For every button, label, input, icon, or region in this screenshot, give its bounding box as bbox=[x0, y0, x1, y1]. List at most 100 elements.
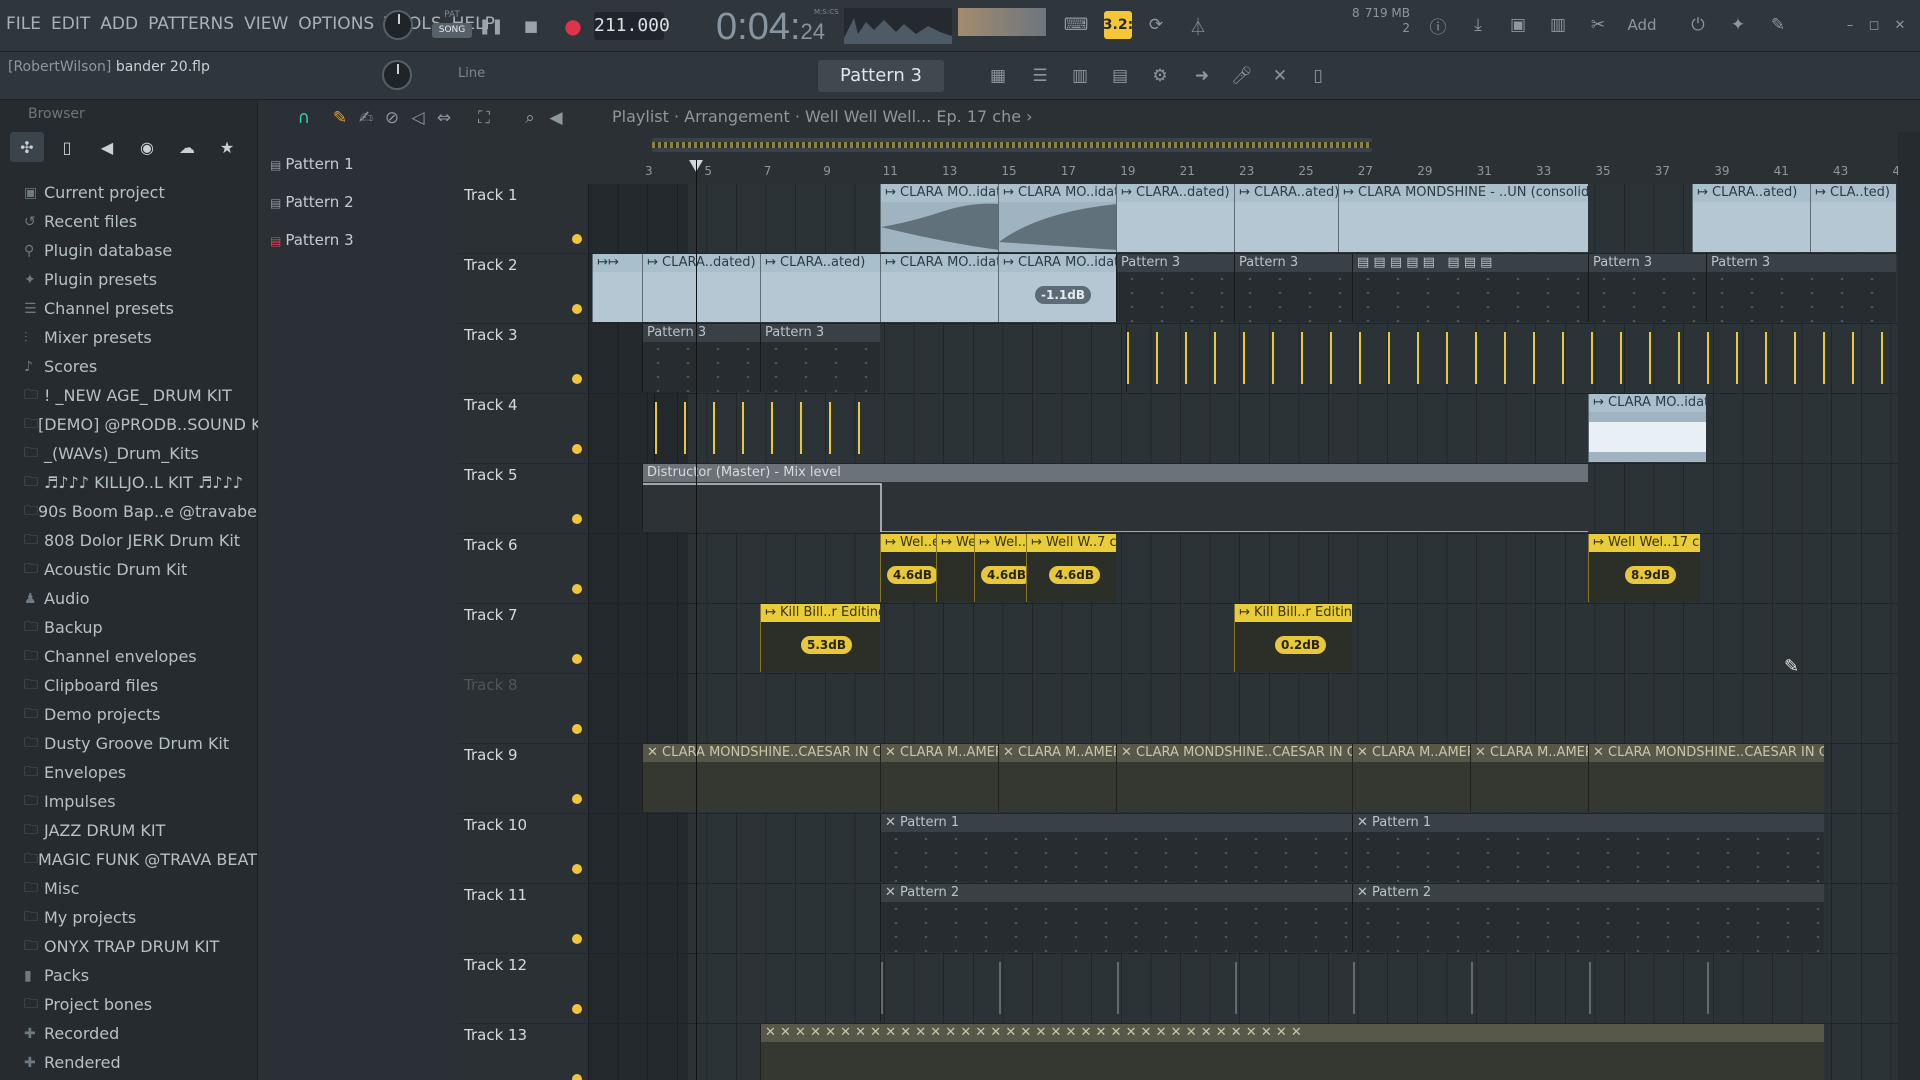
zoom-tool-icon[interactable]: ⌕ bbox=[516, 104, 544, 132]
browser-item[interactable]: ✚ Rendered bbox=[0, 1048, 258, 1077]
clip-audio[interactable]: ↦ CLARA MO..idated) bbox=[880, 184, 998, 252]
add-button[interactable]: Add bbox=[1620, 11, 1664, 39]
clip-vocal[interactable]: ↦ Kill Bill..r Editing 5.3dB bbox=[760, 604, 880, 672]
song-time-display[interactable]: 0:04:24 bbox=[716, 6, 825, 49]
download-icon[interactable]: ⤓ bbox=[1464, 11, 1492, 39]
browser-item[interactable]: 🗀 Channel envelopes bbox=[0, 642, 258, 671]
browser-item[interactable]: 🗀 Misc bbox=[0, 874, 258, 903]
plugin-picker-icon[interactable]: ⚙ bbox=[1146, 62, 1174, 90]
info-icon[interactable]: ⓘ bbox=[1424, 11, 1452, 39]
menu-view[interactable]: VIEW bbox=[244, 14, 288, 34]
browser-item[interactable]: 🗀 Demo projects bbox=[0, 700, 258, 729]
maximize-icon[interactable]: ◻ bbox=[1860, 11, 1888, 39]
pattern-selector[interactable]: Pattern 3 bbox=[818, 60, 944, 92]
stop-icon[interactable]: ■ bbox=[516, 11, 546, 41]
clip-vocal[interactable]: ↦ Kill Bill..r Editing 0.2dB bbox=[1234, 604, 1352, 672]
clip-audio[interactable]: ↦ CLARA MONDSHINE - ..UN (consolidated) bbox=[1338, 184, 1588, 252]
plugins-tab-icon[interactable]: ◉ bbox=[130, 132, 164, 162]
clip-sample[interactable]: ✕ CLARA M..AMERUN bbox=[1470, 744, 1588, 812]
track-mute-indicator[interactable] bbox=[572, 1074, 582, 1080]
clip-audio[interactable]: ↦ CLARA..ated) bbox=[760, 254, 880, 322]
favorites-tab-icon[interactable]: ★ bbox=[210, 132, 244, 162]
track-header[interactable]: Track 9 bbox=[458, 744, 588, 814]
clip-kick-pattern[interactable] bbox=[1126, 324, 1896, 392]
cloud-tab-icon[interactable]: ☁ bbox=[170, 132, 204, 162]
track-mute-indicator[interactable] bbox=[572, 514, 582, 524]
track-mute-indicator[interactable] bbox=[572, 724, 582, 734]
record-icon[interactable]: ● bbox=[558, 11, 588, 41]
track-mute-indicator[interactable] bbox=[572, 374, 582, 384]
browser-item[interactable]: ⫶ Mixer presets bbox=[0, 323, 258, 352]
clip-pattern[interactable]: Pattern 3 bbox=[760, 324, 880, 392]
browser-item[interactable]: ✚ Recorded bbox=[0, 1019, 258, 1048]
track-mute-indicator[interactable] bbox=[572, 864, 582, 874]
browser-item[interactable]: ♟ Audio bbox=[0, 584, 258, 613]
picker-pattern-2[interactable]: Pattern 2 bbox=[270, 188, 353, 216]
track-header[interactable]: Track 11 bbox=[458, 884, 588, 954]
pencil-icon[interactable]: ✎ bbox=[1764, 11, 1792, 39]
vertical-scrollbar[interactable] bbox=[1898, 132, 1920, 1080]
typing-keyboard-icon[interactable]: ⌨ bbox=[1062, 11, 1090, 39]
clip-sample[interactable]: ✕ CLARA MONDSHINE..CAESAR IN CAMERUN bbox=[642, 744, 880, 812]
clip-pattern[interactable]: Pattern 3 bbox=[1234, 254, 1352, 322]
browser-item[interactable]: ↺ Recent files bbox=[0, 207, 258, 236]
clip-audio[interactable]: ↦ CLARA..dated) bbox=[1116, 184, 1234, 252]
menu-add[interactable]: ADD bbox=[100, 14, 138, 34]
browser-item[interactable]: 🗀 [DEMO] @PRODB..SOUND KIT bbox=[0, 410, 258, 439]
browser-item[interactable]: 🗀 ONYX TRAP DRUM KIT bbox=[0, 932, 258, 961]
track-header[interactable]: Track 8 bbox=[458, 674, 588, 744]
delete-tool-icon[interactable]: ⊘ bbox=[378, 104, 406, 132]
all-files-tab-icon[interactable]: ✣ bbox=[10, 132, 44, 162]
piano-roll-icon[interactable]: ▤ bbox=[1106, 62, 1134, 90]
browser-item[interactable]: 🗀 Backup bbox=[0, 613, 258, 642]
track-header[interactable]: Track 5 bbox=[458, 464, 588, 534]
loop-record-icon[interactable]: ⟳ bbox=[1142, 11, 1170, 39]
picker-pattern-1[interactable]: Pattern 1 bbox=[270, 150, 353, 178]
channel-rack-icon[interactable]: ☰ bbox=[1026, 62, 1054, 90]
browser-item[interactable]: 🗀 ! _NEW AGE_ DRUM KIT bbox=[0, 381, 258, 410]
track-mute-indicator[interactable] bbox=[572, 234, 582, 244]
mute-tool-icon[interactable]: ◁ bbox=[404, 104, 432, 132]
track-header[interactable]: Track 7 bbox=[458, 604, 588, 674]
pause-icon[interactable]: ❚❚ bbox=[476, 11, 506, 41]
track-header[interactable]: Track 12 bbox=[458, 954, 588, 1024]
slip-tool-icon[interactable]: ⇔ bbox=[430, 104, 458, 132]
power-icon[interactable]: ⏻ bbox=[1684, 11, 1712, 39]
menu-file[interactable]: FILE bbox=[6, 14, 41, 34]
clip-audio[interactable]: ↦↦ bbox=[592, 254, 642, 322]
track-header[interactable]: Track 6 bbox=[458, 534, 588, 604]
crumb-arrangement[interactable]: Arrangement bbox=[684, 107, 790, 126]
clip-pattern[interactable]: Pattern 3 bbox=[1588, 254, 1706, 322]
track-mute-indicator[interactable] bbox=[572, 444, 582, 454]
browser-item[interactable]: 🗀 MAGIC FUNK @TRAVA BEATS bbox=[0, 845, 258, 874]
clip-audio[interactable]: ↦ CLARA MO..idated)-1.1dB bbox=[998, 254, 1116, 322]
snap-mode-label[interactable]: Line bbox=[458, 66, 485, 81]
browser-item[interactable]: 🗀 _(WAVs)_Drum_Kits bbox=[0, 439, 258, 468]
browser-item[interactable]: 🗀 Impulses bbox=[0, 787, 258, 816]
clip-kick-pattern[interactable] bbox=[654, 394, 880, 462]
clip-pattern[interactable]: ✕ Pattern 1 bbox=[880, 814, 1352, 882]
menu-patterns[interactable]: PATTERNS bbox=[148, 14, 234, 34]
clip-vocal[interactable]: ↦ Wel..e4.6dB bbox=[974, 534, 1026, 602]
clip-vocal[interactable]: ↦ Wel..e4.6dB bbox=[880, 534, 936, 602]
send-icon[interactable]: ➜ bbox=[1188, 62, 1216, 90]
track-header[interactable]: Track 3 bbox=[458, 324, 588, 394]
track-header[interactable]: Track 2 bbox=[458, 254, 588, 324]
clip-pattern[interactable]: Pattern 3 bbox=[642, 324, 760, 392]
browser-item[interactable]: ⚲ Plugin database bbox=[0, 236, 258, 265]
clip-vocal[interactable]: ↦ Well W..7 che4.6dB bbox=[1026, 534, 1116, 602]
browser-item[interactable]: 🗀 Project bones bbox=[0, 990, 258, 1019]
overview-scrollbar[interactable] bbox=[652, 138, 1372, 152]
browser-item[interactable]: 🗀 ♬♪♪♪ KILLJO..L KIT ♬♪♪♪ bbox=[0, 468, 258, 497]
track-mute-indicator[interactable] bbox=[572, 304, 582, 314]
clip-audio[interactable]: ↦ CLARA MO..idated) bbox=[880, 254, 998, 322]
browser-item[interactable]: 🗀 Clipboard files bbox=[0, 671, 258, 700]
browser-item[interactable]: ♪ Scores bbox=[0, 352, 258, 381]
clip-vocal[interactable]: ↦ Well Wel..17 che8.9dB bbox=[1588, 534, 1700, 602]
clip-audio[interactable]: ↦ CLARA..dated) bbox=[642, 254, 760, 322]
mixer-icon[interactable]: ▥ bbox=[1066, 62, 1094, 90]
menu-edit[interactable]: EDIT bbox=[51, 14, 90, 34]
browser-item[interactable]: 🗀 Acoustic Drum Kit bbox=[0, 555, 258, 584]
clip-audio[interactable]: ↦ CLARA MO..idated) bbox=[1588, 394, 1706, 462]
browser-item[interactable]: 🗀 My projects bbox=[0, 903, 258, 932]
